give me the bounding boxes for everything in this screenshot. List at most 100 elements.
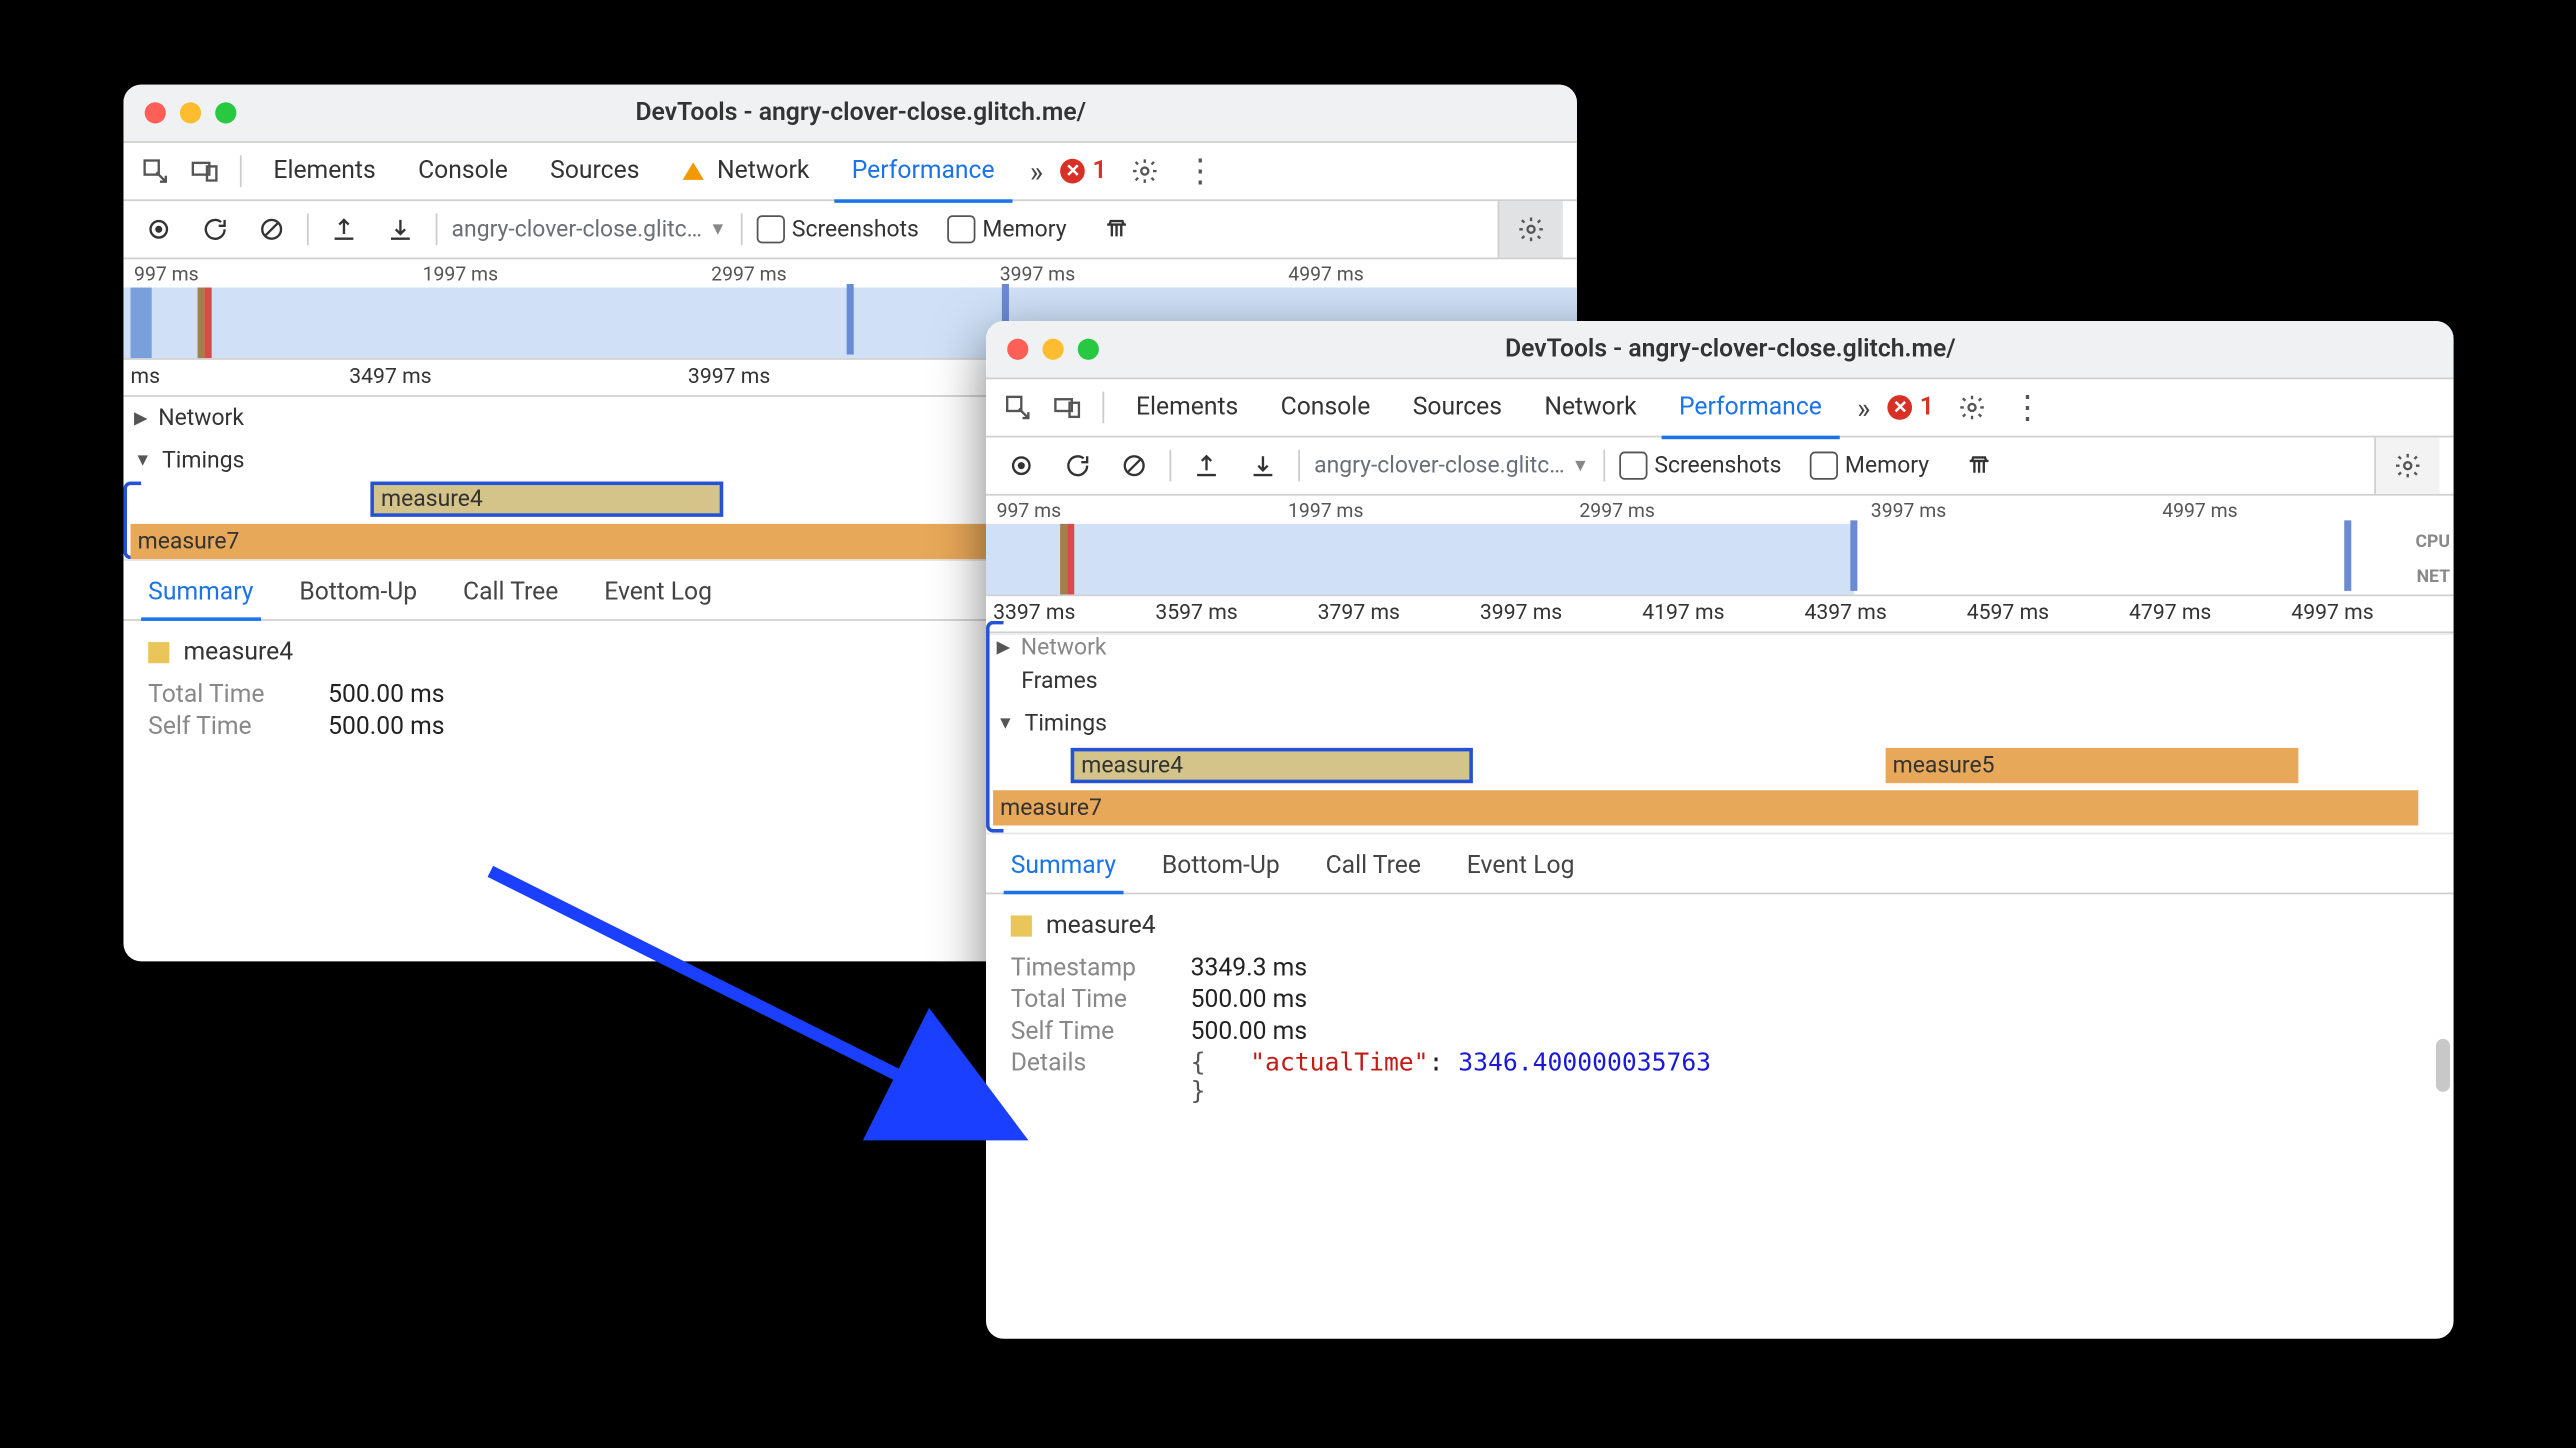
dtab-eventlog[interactable]: Event Log xyxy=(597,568,719,619)
tick-label: 997 ms xyxy=(997,499,1288,522)
tick-label: 2997 ms xyxy=(711,263,1000,286)
dtab-bottomup[interactable]: Bottom-Up xyxy=(292,568,424,619)
more-tabs-icon[interactable]: » xyxy=(1847,391,1881,425)
tab-network[interactable]: Network xyxy=(664,143,827,199)
zoom-icon[interactable] xyxy=(1078,339,1099,360)
dtab-eventlog[interactable]: Event Log xyxy=(1460,841,1582,892)
reload-icon[interactable] xyxy=(1057,445,1099,487)
tab-sources[interactable]: Sources xyxy=(1395,379,1520,435)
kebab-menu-icon[interactable]: ⋮ xyxy=(1174,153,1227,190)
clear-icon[interactable] xyxy=(250,208,292,250)
titlebar: DevTools - angry-clover-close.glitch.me/ xyxy=(123,85,1576,143)
close-icon[interactable] xyxy=(1007,339,1028,360)
flame-area[interactable]: ▶ Network Frames ▼ Timings measure4 meas… xyxy=(986,633,2454,834)
cpu-label: CPU xyxy=(2394,532,2450,551)
details-json: { "actualTime": 3346.400000035763 } xyxy=(1191,1050,1711,1106)
range-handles[interactable] xyxy=(847,284,1009,355)
dtab-summary[interactable]: Summary xyxy=(1004,841,1123,894)
memory-toggle[interactable]: Memory xyxy=(1810,452,1929,480)
block-measure7[interactable]: measure7 xyxy=(993,790,2418,825)
download-icon[interactable] xyxy=(1242,445,1284,487)
row-frames[interactable]: Frames xyxy=(986,660,2454,702)
dropdown-icon: ▼ xyxy=(1572,456,1589,475)
checkbox-icon xyxy=(1619,452,1647,480)
minimize-icon[interactable] xyxy=(1042,339,1063,360)
tick-label: 2997 ms xyxy=(1579,499,1870,522)
tab-console[interactable]: Console xyxy=(1263,379,1388,435)
block-measure4[interactable]: measure4 xyxy=(1071,748,1473,783)
block-measure4[interactable]: measure4 xyxy=(370,482,723,517)
close-icon[interactable] xyxy=(145,102,166,123)
device-icon[interactable] xyxy=(183,150,225,192)
screenshots-toggle[interactable]: Screenshots xyxy=(757,215,919,243)
error-badge[interactable]: ✕1 xyxy=(1888,393,1934,421)
clear-icon[interactable] xyxy=(1113,445,1155,487)
traffic-lights xyxy=(145,102,237,123)
tab-elements[interactable]: Elements xyxy=(256,143,394,199)
upload-icon[interactable] xyxy=(1185,445,1227,487)
row-timings[interactable]: ▼ Timings xyxy=(986,702,2454,744)
more-tabs-icon[interactable]: » xyxy=(1019,154,1053,188)
kv-value: 500.00 ms xyxy=(1191,986,1307,1014)
tab-performance[interactable]: Performance xyxy=(834,142,1012,202)
ruler-tick: 4197 ms xyxy=(1642,600,1724,625)
ruler-tick: 3797 ms xyxy=(1318,600,1400,625)
gc-icon[interactable] xyxy=(1957,445,1999,487)
recording-select[interactable]: angry-clover-close.glitc… ▼ xyxy=(1314,452,1589,478)
row-label-text: Timings xyxy=(1025,710,1107,736)
download-icon[interactable] xyxy=(379,208,421,250)
row-network[interactable]: ▶ Network xyxy=(986,633,2454,659)
error-badge[interactable]: ✕1 xyxy=(1061,157,1107,185)
inspect-icon[interactable] xyxy=(134,150,176,192)
capture-settings-icon[interactable] xyxy=(1498,201,1563,257)
kebab-menu-icon[interactable]: ⋮ xyxy=(2001,389,2054,426)
color-swatch xyxy=(148,642,169,663)
time-ruler[interactable]: 3397 ms 3597 ms 3797 ms 3997 ms 4197 ms … xyxy=(986,596,2454,633)
capture-settings-icon[interactable] xyxy=(2374,437,2439,493)
row-label-text: Frames xyxy=(1021,668,1097,694)
range-handles[interactable] xyxy=(1850,520,2351,591)
kv-key: Total Time xyxy=(148,681,307,709)
ruler-tick: ms xyxy=(131,363,160,388)
tab-network[interactable]: Network xyxy=(1527,379,1655,435)
memory-label: Memory xyxy=(982,216,1066,242)
ruler-tick: 4597 ms xyxy=(1967,600,2049,625)
tab-console[interactable]: Console xyxy=(400,143,525,199)
kv-value: 3349.3 ms xyxy=(1191,954,1307,982)
dtab-calltree[interactable]: Call Tree xyxy=(456,568,565,619)
screenshots-toggle[interactable]: Screenshots xyxy=(1619,452,1781,480)
record-icon[interactable] xyxy=(138,208,180,250)
dtab-summary[interactable]: Summary xyxy=(141,568,260,621)
inspect-icon[interactable] xyxy=(997,386,1039,428)
error-count: 1 xyxy=(1092,157,1106,185)
recording-select[interactable]: angry-clover-close.glitc… ▼ xyxy=(452,216,727,242)
timings-track[interactable]: measure4 measure5 measure7 xyxy=(986,744,2454,834)
scrollbar[interactable] xyxy=(2436,1039,2450,1092)
ruler-tick: 3497 ms xyxy=(349,363,431,388)
minimize-icon[interactable] xyxy=(180,102,201,123)
tab-elements[interactable]: Elements xyxy=(1118,379,1256,435)
upload-icon[interactable] xyxy=(323,208,365,250)
overview-minimap[interactable]: 997 ms 1997 ms 2997 ms 3997 ms 4997 ms C… xyxy=(986,496,2454,597)
settings-icon[interactable] xyxy=(1124,150,1166,192)
kv-key: Timestamp xyxy=(1011,954,1170,982)
memory-toggle[interactable]: Memory xyxy=(947,215,1066,243)
ruler-tick: 4397 ms xyxy=(1804,600,1886,625)
window-title: DevTools - angry-clover-close.glitch.me/ xyxy=(236,99,1485,127)
tab-performance[interactable]: Performance xyxy=(1661,378,1839,438)
gc-icon[interactable] xyxy=(1095,208,1137,250)
tab-sources[interactable]: Sources xyxy=(533,143,658,199)
dtab-bottomup[interactable]: Bottom-Up xyxy=(1155,841,1287,892)
zoom-icon[interactable] xyxy=(215,102,236,123)
dtab-calltree[interactable]: Call Tree xyxy=(1319,841,1428,892)
perf-toolbar: angry-clover-close.glitc… ▼ Screenshots … xyxy=(986,437,2454,495)
device-icon[interactable] xyxy=(1046,386,1088,428)
settings-icon[interactable] xyxy=(1952,386,1994,428)
kv-value: 500.00 ms xyxy=(328,713,444,741)
recording-name: angry-clover-close.glitc… xyxy=(1314,452,1564,478)
record-icon[interactable] xyxy=(1000,445,1042,487)
selected-block-name: measure4 xyxy=(1046,912,1156,940)
reload-icon[interactable] xyxy=(194,208,236,250)
ruler-tick: 3597 ms xyxy=(1155,600,1237,625)
block-measure5[interactable]: measure5 xyxy=(1886,748,2299,783)
